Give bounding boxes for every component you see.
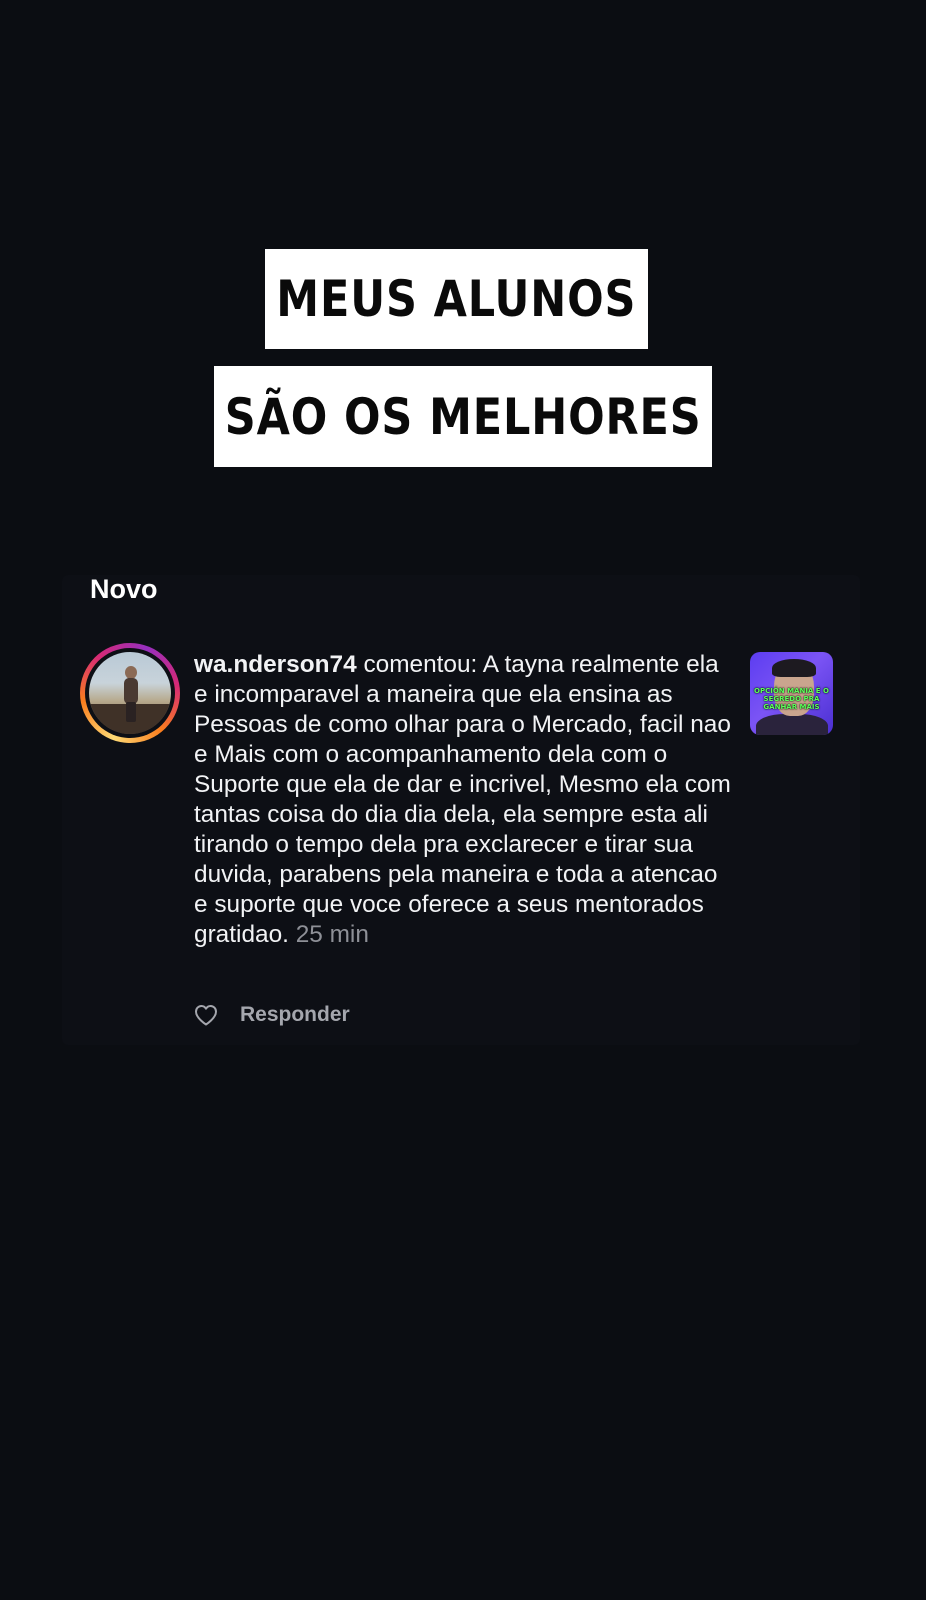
- section-title: Novo: [90, 574, 158, 604]
- avatar-story-ring[interactable]: [80, 643, 180, 743]
- avatar[interactable]: [89, 652, 171, 734]
- notification-comment[interactable]: wa.nderson74 comentou: A tayna realmente…: [194, 650, 734, 950]
- comment-actions: Responder: [194, 1003, 350, 1027]
- thumbnail-shirt: [756, 714, 828, 735]
- headline-line-1-box: MEUS ALUNOS: [265, 249, 648, 349]
- headline-line-1: MEUS ALUNOS: [276, 270, 637, 328]
- thumbnail-hair: [772, 659, 816, 677]
- headline-line-2-box: SÃO OS MELHORES: [214, 366, 712, 467]
- avatar-person-legs: [126, 702, 136, 722]
- avatar-person-body: [124, 678, 138, 704]
- comment-text: comentou: A tayna realmente ela e incomp…: [194, 651, 731, 948]
- username-link[interactable]: wa.nderson74: [194, 651, 357, 678]
- post-thumbnail[interactable]: OPCIÓN MANIA É O SEGREDO PRA GANHAR MAIS: [750, 652, 833, 735]
- thumbnail-caption: OPCIÓN MANIA É O SEGREDO PRA GANHAR MAIS: [754, 687, 829, 711]
- headline-line-2: SÃO OS MELHORES: [224, 387, 702, 446]
- timestamp: 25 min: [288, 921, 369, 948]
- reply-button[interactable]: Responder: [240, 1003, 350, 1027]
- heart-icon[interactable]: [194, 1004, 218, 1026]
- avatar-ring-gap: [85, 648, 175, 738]
